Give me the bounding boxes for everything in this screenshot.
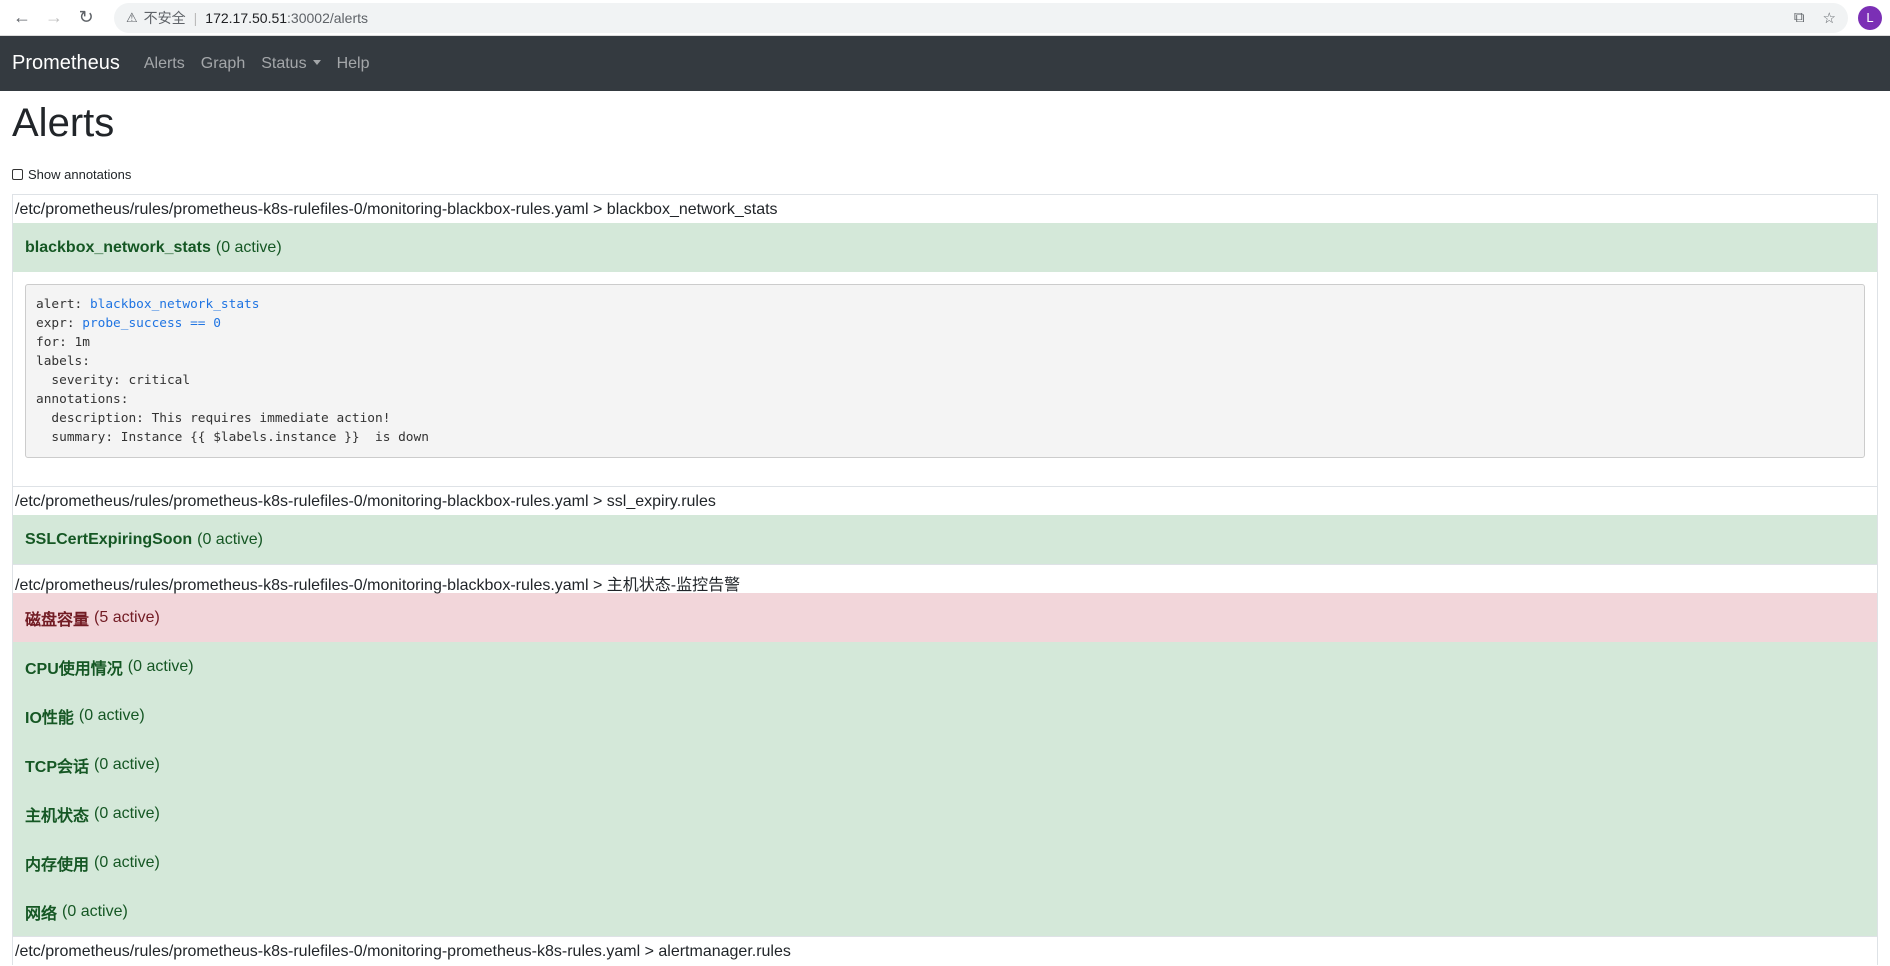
bookmark-star-icon[interactable]: ☆ <box>1823 9 1836 27</box>
rule-detail: alert: blackbox_network_stats expr: prob… <box>13 272 1877 486</box>
alert-rule-row[interactable]: blackbox_network_stats (0 active) <box>13 223 1877 272</box>
url-host: 172.17.50.51 <box>205 9 288 26</box>
alert-rule-row[interactable]: CPU使用情况 (0 active) <box>13 642 1877 691</box>
code-description-line: description: This requires immediate act… <box>36 411 391 426</box>
expr-link[interactable]: probe_success == 0 <box>82 316 221 331</box>
code-alert-key: alert: <box>36 297 90 312</box>
alert-rule-row[interactable]: SSLCertExpiringSoon (0 active) <box>13 515 1877 564</box>
rule-active-count: (0 active) <box>94 853 160 871</box>
code-severity-line: severity: critical <box>36 373 191 388</box>
rule-name: IO性能 <box>25 709 74 727</box>
browser-toolbar: ← → ↻ ⚠ 不安全 | 172.17.50.51:30002/alerts … <box>0 0 1890 36</box>
rule-name: blackbox_network_stats <box>25 238 211 256</box>
alert-rule-row[interactable]: 网络 (0 active) <box>13 887 1877 936</box>
code-summary-line: summary: Instance {{ $labels.instance }}… <box>36 430 429 445</box>
url-separator: | <box>193 9 198 26</box>
group-header: /etc/prometheus/rules/prometheus-k8s-rul… <box>13 486 1877 515</box>
code-labels-line: labels: <box>36 354 90 369</box>
brand-link[interactable]: Prometheus <box>12 52 120 75</box>
rule-groups: /etc/prometheus/rules/prometheus-k8s-rul… <box>12 194 1878 965</box>
rule-active-count: (0 active) <box>127 657 194 675</box>
caret-down-icon <box>312 59 321 65</box>
rule-active-count: (0 active) <box>78 706 145 724</box>
main-content: Alerts Show annotations /etc/prometheus/… <box>0 99 1890 965</box>
alert-rule-row[interactable]: IO性能 (0 active) <box>13 691 1877 740</box>
rule-active-count: (0 active) <box>215 238 282 256</box>
nav-help[interactable]: Help <box>337 55 370 73</box>
alert-name-link[interactable]: blackbox_network_stats <box>90 297 260 312</box>
forward-arrow-icon[interactable]: → <box>40 4 68 32</box>
rule-name: 主机状态 <box>25 807 90 825</box>
show-annotations-toggle[interactable]: Show annotations <box>12 167 1878 182</box>
group-header: /etc/prometheus/rules/prometheus-k8s-rul… <box>13 564 1877 594</box>
nav-status-dropdown[interactable]: Status <box>261 54 321 73</box>
alert-rule-row[interactable]: 磁盘容量 (5 active) <box>13 593 1877 642</box>
show-annotations-label: Show annotations <box>28 167 132 182</box>
address-bar-actions: ⧉ ☆ <box>1794 9 1836 27</box>
rule-name: 内存使用 <box>25 856 90 874</box>
reload-icon[interactable]: ↻ <box>72 4 100 32</box>
warning-icon: ⚠ <box>126 9 138 25</box>
rule-definition: alert: blackbox_network_stats expr: prob… <box>25 284 1865 458</box>
rule-name: SSLCertExpiringSoon <box>25 530 193 548</box>
nav-status-label: Status <box>261 54 307 72</box>
url-path: :30002/alerts <box>287 9 368 26</box>
show-annotations-checkbox[interactable] <box>12 169 23 180</box>
rule-name: CPU使用情况 <box>25 660 123 678</box>
nav-graph[interactable]: Graph <box>201 55 245 73</box>
alert-rule-row[interactable]: 内存使用 (0 active) <box>13 838 1877 887</box>
code-expr-key: expr: <box>36 316 83 331</box>
rule-active-count: (5 active) <box>94 608 160 626</box>
rule-active-count: (0 active) <box>94 755 160 773</box>
page-title: Alerts <box>12 101 115 145</box>
insecure-label: 不安全 <box>143 9 186 26</box>
group-header: /etc/prometheus/rules/prometheus-k8s-rul… <box>13 194 1877 223</box>
top-navbar: Prometheus Alerts Graph Status Help <box>0 36 1890 91</box>
group-header: /etc/prometheus/rules/prometheus-k8s-rul… <box>13 936 1877 965</box>
rule-name: 磁盘容量 <box>25 611 90 629</box>
translate-icon[interactable]: ⧉ <box>1794 9 1805 27</box>
code-for-line: for: 1m <box>36 335 90 350</box>
back-arrow-icon[interactable]: ← <box>8 4 36 32</box>
rule-name: TCP会话 <box>25 758 90 776</box>
rule-active-count: (0 active) <box>197 530 263 548</box>
alert-rule-row[interactable]: 主机状态 (0 active) <box>13 789 1877 838</box>
rule-active-count: (0 active) <box>94 804 160 822</box>
alert-rule-row[interactable]: TCP会话 (0 active) <box>13 740 1877 789</box>
nav-alerts[interactable]: Alerts <box>144 55 185 73</box>
rule-name: 网络 <box>25 905 58 923</box>
rule-active-count: (0 active) <box>62 902 128 920</box>
profile-avatar[interactable]: L <box>1858 5 1882 30</box>
code-annotations-line: annotations: <box>36 392 129 407</box>
address-bar[interactable]: ⚠ 不安全 | 172.17.50.51:30002/alerts ⧉ ☆ <box>114 2 1848 33</box>
